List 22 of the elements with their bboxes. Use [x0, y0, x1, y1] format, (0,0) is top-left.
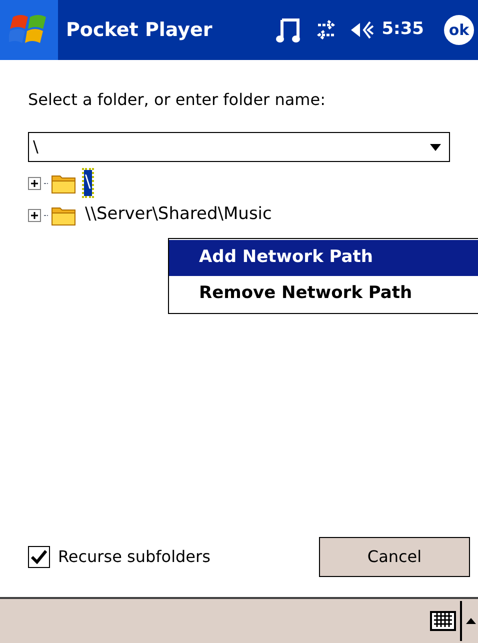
checkbox[interactable]: [28, 546, 50, 568]
cancel-button[interactable]: Cancel: [319, 537, 470, 577]
checkmark-icon: [31, 550, 47, 564]
folder-prompt: Select a folder, or enter folder name:: [28, 89, 326, 111]
tree-item[interactable]: \: [84, 170, 92, 196]
speaker-icon[interactable]: [350, 19, 374, 41]
up-arrow-icon[interactable]: [466, 618, 476, 624]
expand-icon[interactable]: [28, 208, 41, 222]
start-button[interactable]: [0, 0, 58, 60]
tree-item[interactable]: \\Server\Shared\Music: [84, 202, 273, 228]
keyboard-icon[interactable]: [430, 611, 456, 631]
dropdown-arrow-icon[interactable]: [430, 144, 441, 150]
menu-item[interactable]: Add Network Path: [169, 240, 478, 276]
menu-item[interactable]: Remove Network Path: [169, 276, 478, 312]
folder-combo-box[interactable]: \: [28, 132, 450, 162]
checkbox-label: Recurse subfolders: [58, 546, 210, 568]
window-title: Pocket Player: [66, 18, 212, 43]
folder-input[interactable]: \: [33, 135, 430, 159]
clock-time[interactable]: 5:35: [382, 17, 424, 43]
music-note-icon[interactable]: [276, 16, 302, 44]
ok-button[interactable]: ok: [444, 15, 474, 45]
expand-icon[interactable]: [28, 176, 41, 190]
